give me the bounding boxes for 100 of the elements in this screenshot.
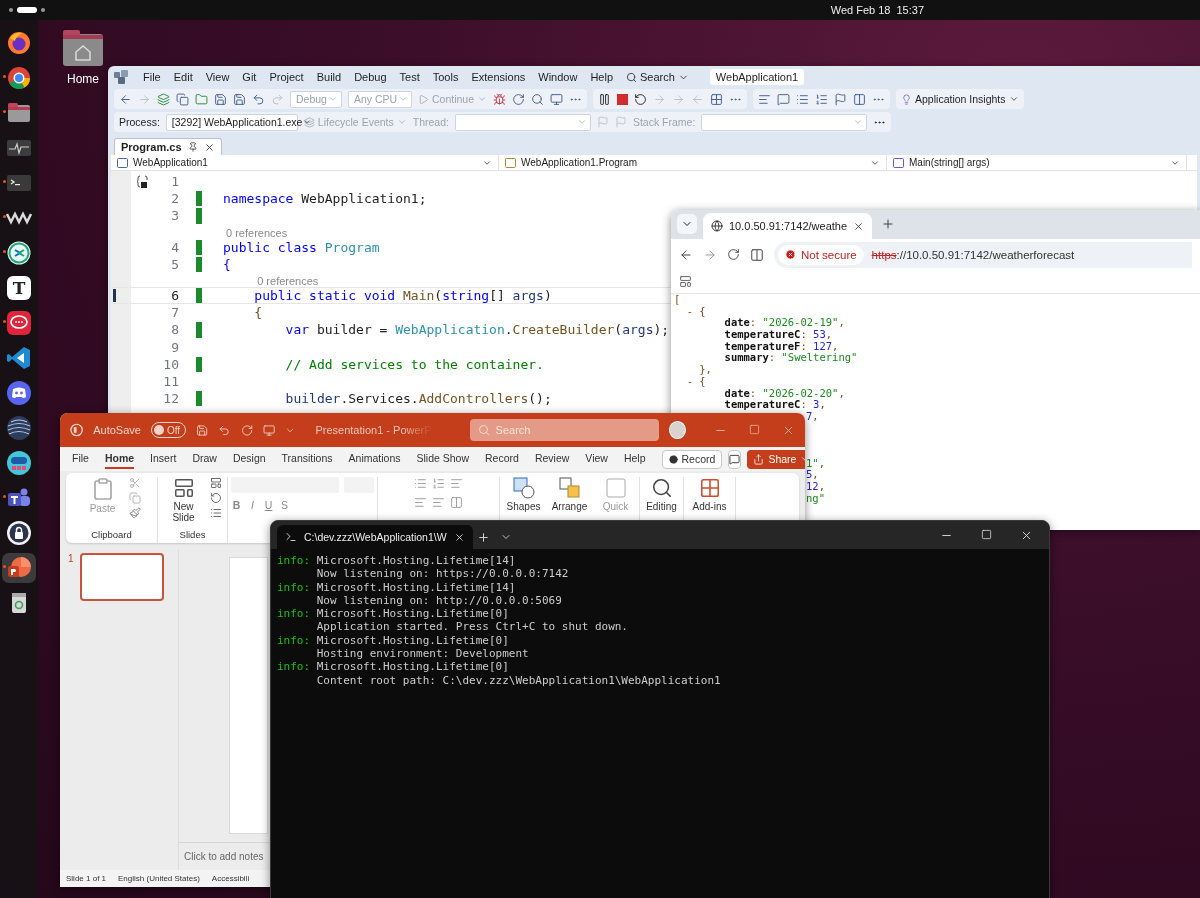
new-project-icon[interactable] (157, 92, 170, 106)
line-spacing-icon[interactable] (450, 477, 463, 490)
menu-item[interactable]: Project (269, 71, 304, 83)
font-style-button[interactable]: I (247, 499, 258, 511)
list-icon[interactable] (796, 92, 810, 106)
font-style-button[interactable]: S (279, 499, 290, 511)
bookmark-icon[interactable] (834, 92, 848, 106)
ribbon-tab[interactable]: Home (104, 449, 135, 469)
undo-icon[interactable] (218, 423, 231, 437)
layout-icon[interactable] (209, 477, 222, 489)
refresh-icon[interactable] (512, 92, 526, 106)
security-chip[interactable]: Not secure (778, 244, 864, 265)
menu-item[interactable]: View (205, 71, 230, 83)
workspace-indicator[interactable] (8, 6, 48, 14)
new-tab-icon[interactable] (881, 217, 896, 231)
log-line: Hosting environment: Development (316, 647, 529, 661)
share-button[interactable]: Share (747, 449, 805, 469)
hot-reload-icon[interactable] (710, 92, 724, 106)
ribbon-tab[interactable]: Animations (348, 449, 401, 469)
ribbon-tab[interactable]: Transitions (281, 449, 333, 469)
menu-item[interactable]: Test (399, 71, 420, 83)
tab-list-button[interactable] (677, 214, 697, 234)
ribbon-tab[interactable]: Design (232, 449, 266, 469)
undo-icon[interactable] (252, 92, 265, 106)
ribbon-tab[interactable]: File (72, 449, 89, 469)
url-text[interactable]: https://10.0.50.91:7142/weatherforecast (871, 248, 1075, 261)
split-icon[interactable] (853, 92, 867, 106)
numbering-icon[interactable] (432, 477, 445, 490)
spell-icon[interactable] (758, 92, 772, 106)
menu-item[interactable]: Tools (432, 71, 459, 83)
indent-icon[interactable] (414, 496, 427, 509)
menu-item[interactable]: Extensions (471, 71, 526, 83)
columns-icon[interactable] (450, 496, 463, 509)
present-icon[interactable] (262, 423, 276, 437)
new-slide-button[interactable]: New Slide (163, 477, 204, 523)
format-painter-icon[interactable] (128, 507, 141, 519)
ribbon-tab[interactable]: View (585, 449, 608, 469)
pause-icon[interactable] (598, 92, 612, 106)
comment-icon[interactable] (777, 92, 791, 106)
apps-grid-icon[interactable] (679, 275, 692, 288)
reload-icon[interactable] (727, 248, 740, 261)
back-icon[interactable] (679, 247, 693, 262)
bullets-icon[interactable] (414, 477, 427, 490)
maximize-icon[interactable] (981, 528, 992, 540)
references-lens[interactable]: 0 references (226, 226, 288, 239)
menu-item[interactable]: Edit (173, 71, 193, 83)
menu-item[interactable]: File (143, 71, 161, 83)
menu-item[interactable]: Build (316, 71, 342, 83)
split-view-icon[interactable] (750, 247, 764, 262)
document-tab[interactable]: Program.cs (114, 138, 222, 155)
app-logo-icon (70, 423, 84, 437)
solution-name: WebApplication1 (709, 69, 805, 85)
menu-item[interactable]: Git (242, 71, 257, 83)
open-folder-icon[interactable] (195, 92, 208, 106)
avatar[interactable] (668, 421, 686, 439)
save-icon[interactable] (214, 92, 227, 106)
home-folder-icon[interactable] (63, 30, 103, 66)
save-all-icon[interactable] (233, 92, 246, 106)
ribbon-tab[interactable]: Review (534, 449, 570, 469)
notes-placeholder[interactable]: Click to add notes (184, 851, 264, 862)
insights-button[interactable]: Application Insights (901, 93, 1019, 105)
status-item[interactable]: English (United States) (118, 874, 200, 883)
outline-icon[interactable] (815, 92, 829, 106)
bug-icon[interactable] (493, 92, 507, 106)
comments-button[interactable] (728, 449, 742, 469)
ribbon-tab[interactable]: Help (623, 449, 646, 469)
new-file-icon[interactable] (176, 92, 189, 106)
ribbon-tab[interactable]: Insert (150, 449, 177, 469)
find-in-files-icon[interactable] (531, 92, 545, 106)
slide-thumbnail[interactable] (79, 553, 164, 601)
references-lens[interactable]: 0 references (257, 274, 319, 287)
search-button[interactable]: Search (626, 71, 689, 83)
window-icon[interactable] (550, 92, 564, 106)
desktop-icon-label[interactable]: Home (67, 72, 99, 86)
editing-button[interactable]: Editing (641, 477, 682, 512)
ribbon-tab[interactable]: Record (485, 449, 519, 469)
address-bar[interactable]: Not secure https://10.0.50.91:7142/weatherforecast (774, 241, 1192, 268)
back-icon[interactable] (119, 92, 132, 106)
arrange-button[interactable]: Arrange (549, 477, 590, 512)
menu-item[interactable]: Debug (354, 71, 387, 83)
ribbon-tab[interactable]: Slide Show (416, 449, 470, 469)
outdent-icon[interactable] (432, 496, 445, 509)
status-item[interactable]: Accessibili (211, 874, 250, 883)
forward-icon[interactable] (703, 247, 717, 262)
shapes-button[interactable]: Shapes (503, 477, 544, 512)
ribbon-tab[interactable]: Draw (192, 449, 217, 469)
record-button[interactable]: Record (661, 449, 723, 469)
terminal-tab[interactable]: C:\dev.zzz\WebApplication1\W (277, 525, 473, 549)
reset-icon[interactable] (209, 492, 222, 504)
redo-icon[interactable] (240, 423, 253, 437)
browser-tab[interactable]: 10.0.50.91:7142/weathe (703, 213, 873, 239)
clock[interactable]: Wed Feb 18 15:37 (830, 4, 924, 16)
font-style-button[interactable]: U (263, 499, 274, 511)
launcher-button[interactable] (2, 553, 36, 583)
section-icon[interactable] (209, 507, 222, 519)
menu-item[interactable]: Help (590, 71, 613, 83)
add-ins-button[interactable]: Add-ins (689, 477, 730, 512)
stop-icon[interactable] (617, 93, 629, 105)
restart-icon[interactable] (634, 92, 648, 106)
menu-item[interactable]: Window (538, 71, 578, 83)
